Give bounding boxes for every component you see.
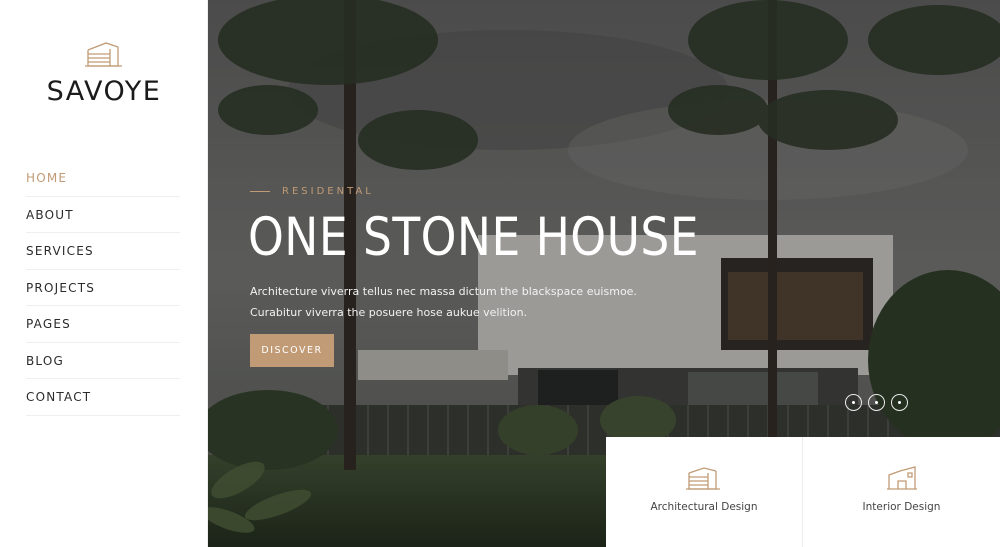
service-card-interior[interactable]: Interior Design <box>803 437 1000 547</box>
nav-item-about[interactable]: ABOUT <box>26 197 180 233</box>
service-cards: Architectural Design Interior Design <box>606 437 1000 547</box>
house-outline-icon <box>85 42 122 67</box>
nav-item-contact[interactable]: CONTACT <box>26 379 180 416</box>
hero-title: ONE STONE HOUSE <box>248 207 699 268</box>
building-outline-icon <box>686 467 720 490</box>
hero-description-line-2: Curabitur viverra the posuere hose aukue… <box>250 306 528 319</box>
hero-kicker-text: RESIDENTAL <box>282 185 374 197</box>
nav-item-services[interactable]: SERVICES <box>26 233 180 270</box>
nav-item-projects[interactable]: PROJECTS <box>26 270 180 306</box>
kicker-line <box>250 190 270 192</box>
hero-description: Architecture viverra tellus nec massa di… <box>250 281 670 323</box>
slide-dot-1[interactable] <box>845 394 862 411</box>
service-label-interior: Interior Design <box>862 501 941 513</box>
hero-description-line-1: Architecture viverra tellus nec massa di… <box>250 285 637 298</box>
nav-item-pages[interactable]: PAGES <box>26 306 180 343</box>
interior-house-icon <box>886 466 917 490</box>
slider-pagination <box>845 394 908 411</box>
slide-dot-3[interactable] <box>891 394 908 411</box>
service-card-architectural[interactable]: Architectural Design <box>606 437 803 547</box>
hero-kicker: RESIDENTAL <box>250 185 374 197</box>
discover-button[interactable]: DISCOVER <box>250 334 334 367</box>
service-label-architectural: Architectural Design <box>650 501 758 513</box>
slide-dot-2[interactable] <box>868 394 885 411</box>
brand-name: SAVOYE <box>46 76 162 107</box>
nav-item-blog[interactable]: BLOG <box>26 343 180 379</box>
sidebar: SAVOYE HOME ABOUT SERVICES PROJECTS PAGE… <box>0 0 208 547</box>
brand-logo[interactable]: SAVOYE <box>0 38 208 107</box>
nav-item-home[interactable]: HOME <box>26 160 180 197</box>
main-nav: HOME ABOUT SERVICES PROJECTS PAGES BLOG … <box>26 160 180 416</box>
